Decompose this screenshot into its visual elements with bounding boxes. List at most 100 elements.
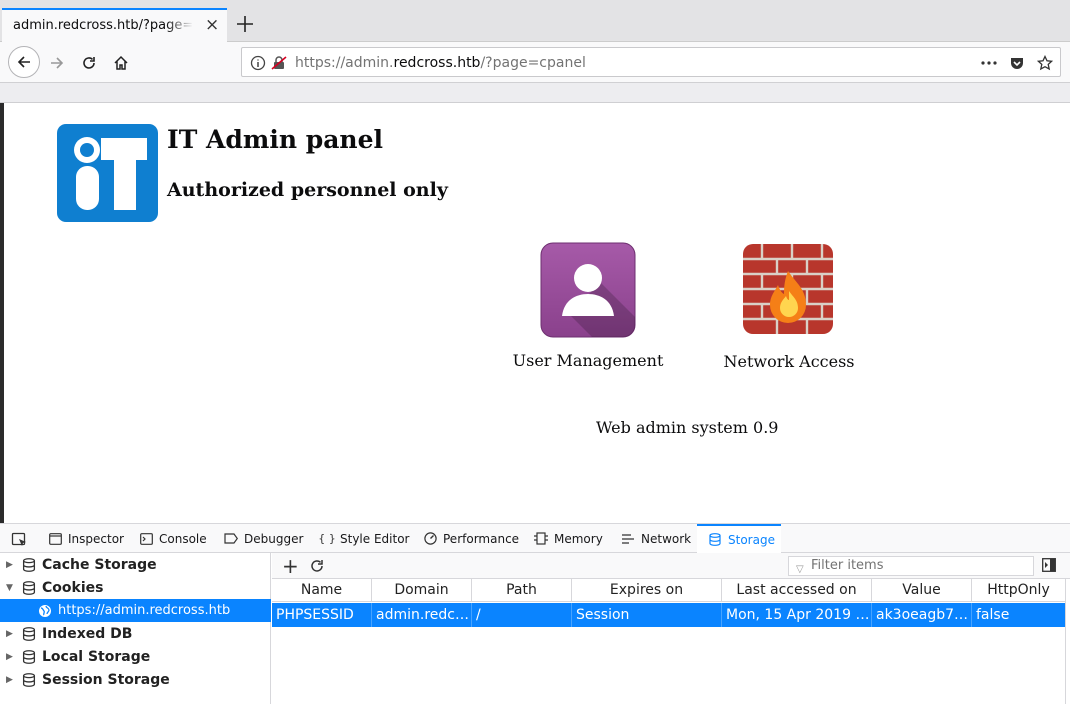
database-icon: [22, 557, 36, 572]
style-editor-icon: { }: [318, 532, 336, 545]
tab-label: Inspector: [68, 531, 124, 546]
home-button[interactable]: [106, 48, 136, 78]
user-management-tile[interactable]: User Management: [513, 242, 663, 377]
filter-icon: ▽: [796, 564, 804, 575]
expand-arrow-icon[interactable]: ▶: [6, 652, 18, 662]
storage-icon: [708, 533, 722, 547]
tab-label: Debugger: [244, 531, 304, 546]
back-button[interactable]: [8, 46, 40, 78]
url-bar[interactable]: https://admin.redcross.htb/?page=cpanel: [241, 47, 1061, 77]
tab-label: Console: [159, 531, 207, 546]
it-logo: [57, 124, 158, 222]
tree-item-indexed-db[interactable]: ▶ Indexed DB: [0, 622, 271, 645]
cell-last-accessed[interactable]: Mon, 15 Apr 2019 2…: [722, 603, 872, 627]
devtools-panel: Inspector Console Debugger { } Style Edi…: [0, 523, 1070, 704]
tree-item-session-storage[interactable]: ▶ Session Storage: [0, 668, 271, 691]
url-text[interactable]: https://admin.redcross.htb/?page=cpanel: [295, 55, 586, 71]
tree-item-cookie-host[interactable]: https://admin.redcross.htb: [0, 599, 271, 622]
database-icon: [22, 580, 36, 595]
cell-httponly[interactable]: false: [972, 603, 1065, 627]
reload-icon: [83, 57, 95, 69]
collapse-arrow-icon[interactable]: ▼: [6, 583, 18, 593]
url-host: redcross.htb: [393, 55, 481, 71]
cookies-table: Name Domain Path Expires on Last accesse…: [272, 579, 1065, 704]
network-access-label[interactable]: Network Access: [723, 352, 854, 371]
tab-console[interactable]: Console: [139, 524, 207, 553]
console-icon: [139, 532, 153, 546]
arrow-right-icon: [51, 57, 64, 69]
tab-inspector[interactable]: Inspector: [48, 524, 124, 553]
arrow-left-icon: [17, 56, 30, 68]
new-tab-button[interactable]: [233, 12, 257, 36]
network-icon: [621, 532, 635, 546]
page-actions-icon[interactable]: [980, 54, 998, 72]
tab-performance[interactable]: Performance: [423, 524, 519, 553]
home-icon: [114, 55, 128, 70]
user-management-label[interactable]: User Management: [513, 351, 664, 370]
cell-value[interactable]: ak3oeagb7p…: [872, 603, 972, 627]
tab-network[interactable]: Network: [621, 524, 691, 553]
toolbar-divider: [0, 83, 1070, 103]
storage-tree: ▶ Cache Storage ▼ Cookies https://admin.…: [0, 553, 271, 704]
tab-style-editor[interactable]: { } Style Editor: [318, 524, 410, 553]
column-header-httponly[interactable]: HttpOnly: [972, 579, 1065, 602]
tree-item-cookies[interactable]: ▼ Cookies: [0, 576, 271, 599]
tree-item-label: Indexed DB: [42, 625, 133, 642]
inspector-icon: [48, 532, 62, 546]
sidebar-toggle-icon[interactable]: [1042, 558, 1056, 572]
page-title: IT Admin panel: [167, 125, 383, 154]
browser-tab[interactable]: admin.redcross.htb/?page=cpanel ×: [2, 8, 227, 42]
tab-strip: admin.redcross.htb/?page=cpanel ×: [0, 0, 1070, 42]
devtools-tab-bar: Inspector Console Debugger { } Style Edi…: [0, 524, 1070, 553]
cell-expires[interactable]: Session: [572, 603, 722, 627]
column-header-domain[interactable]: Domain: [372, 579, 472, 602]
cell-domain[interactable]: admin.redcross.htb: [372, 603, 472, 627]
storage-toolbar: + ▽ Filter items: [272, 553, 1070, 579]
close-tab-icon[interactable]: ×: [205, 17, 219, 34]
table-header: Name Domain Path Expires on Last accesse…: [272, 579, 1065, 602]
expand-arrow-icon[interactable]: ▶: [6, 675, 18, 685]
url-scheme: https://admin.: [295, 55, 394, 71]
database-icon: [22, 672, 36, 687]
page-content: IT Admin panel Authorized personnel only…: [4, 103, 1070, 523]
pocket-icon[interactable]: [1008, 54, 1026, 72]
refresh-icon[interactable]: [309, 558, 325, 574]
debugger-icon: [224, 532, 238, 546]
tree-item-label: Session Storage: [42, 671, 170, 688]
cell-path[interactable]: /: [472, 603, 572, 627]
insecure-lock-icon[interactable]: [270, 54, 288, 72]
expand-arrow-icon[interactable]: ▶: [6, 560, 18, 570]
tab-storage[interactable]: Storage: [697, 524, 781, 553]
bookmark-star-icon[interactable]: [1036, 54, 1054, 72]
database-icon: [22, 649, 36, 664]
tree-item-local-storage[interactable]: ▶ Local Storage: [0, 645, 271, 668]
add-item-button[interactable]: +: [282, 554, 299, 578]
table-row[interactable]: PHPSESSID admin.redcross.htb / Session M…: [272, 603, 1065, 627]
memory-icon: [534, 532, 548, 546]
tab-debugger[interactable]: Debugger: [224, 524, 303, 553]
cell-name[interactable]: PHPSESSID: [272, 603, 372, 627]
filter-input[interactable]: ▽ Filter items: [788, 556, 1034, 576]
tree-item-label: Local Storage: [42, 648, 151, 665]
forward-button[interactable]: [42, 48, 72, 78]
url-path: /?page=cpanel: [480, 55, 586, 71]
tab-label: Network: [641, 531, 692, 546]
column-header-last-accessed[interactable]: Last accessed on: [722, 579, 872, 602]
column-header-path[interactable]: Path: [472, 579, 572, 602]
filter-placeholder: Filter items: [811, 558, 884, 573]
column-header-value[interactable]: Value: [872, 579, 972, 602]
tree-item-cache-storage[interactable]: ▶ Cache Storage: [0, 553, 271, 576]
tab-label: Storage: [728, 532, 775, 547]
network-access-tile[interactable]: Network Access: [723, 243, 855, 377]
expand-arrow-icon[interactable]: ▶: [6, 629, 18, 639]
table-edge: [1065, 579, 1066, 704]
info-icon[interactable]: [249, 54, 267, 72]
tab-label: Style Editor: [340, 531, 410, 546]
reload-button[interactable]: [74, 48, 104, 78]
tab-label: Memory: [554, 531, 603, 546]
column-header-expires[interactable]: Expires on: [572, 579, 722, 602]
tab-memory[interactable]: Memory: [534, 524, 603, 553]
element-picker-icon[interactable]: [11, 532, 27, 548]
column-header-name[interactable]: Name: [272, 579, 372, 602]
database-icon: [22, 626, 36, 641]
